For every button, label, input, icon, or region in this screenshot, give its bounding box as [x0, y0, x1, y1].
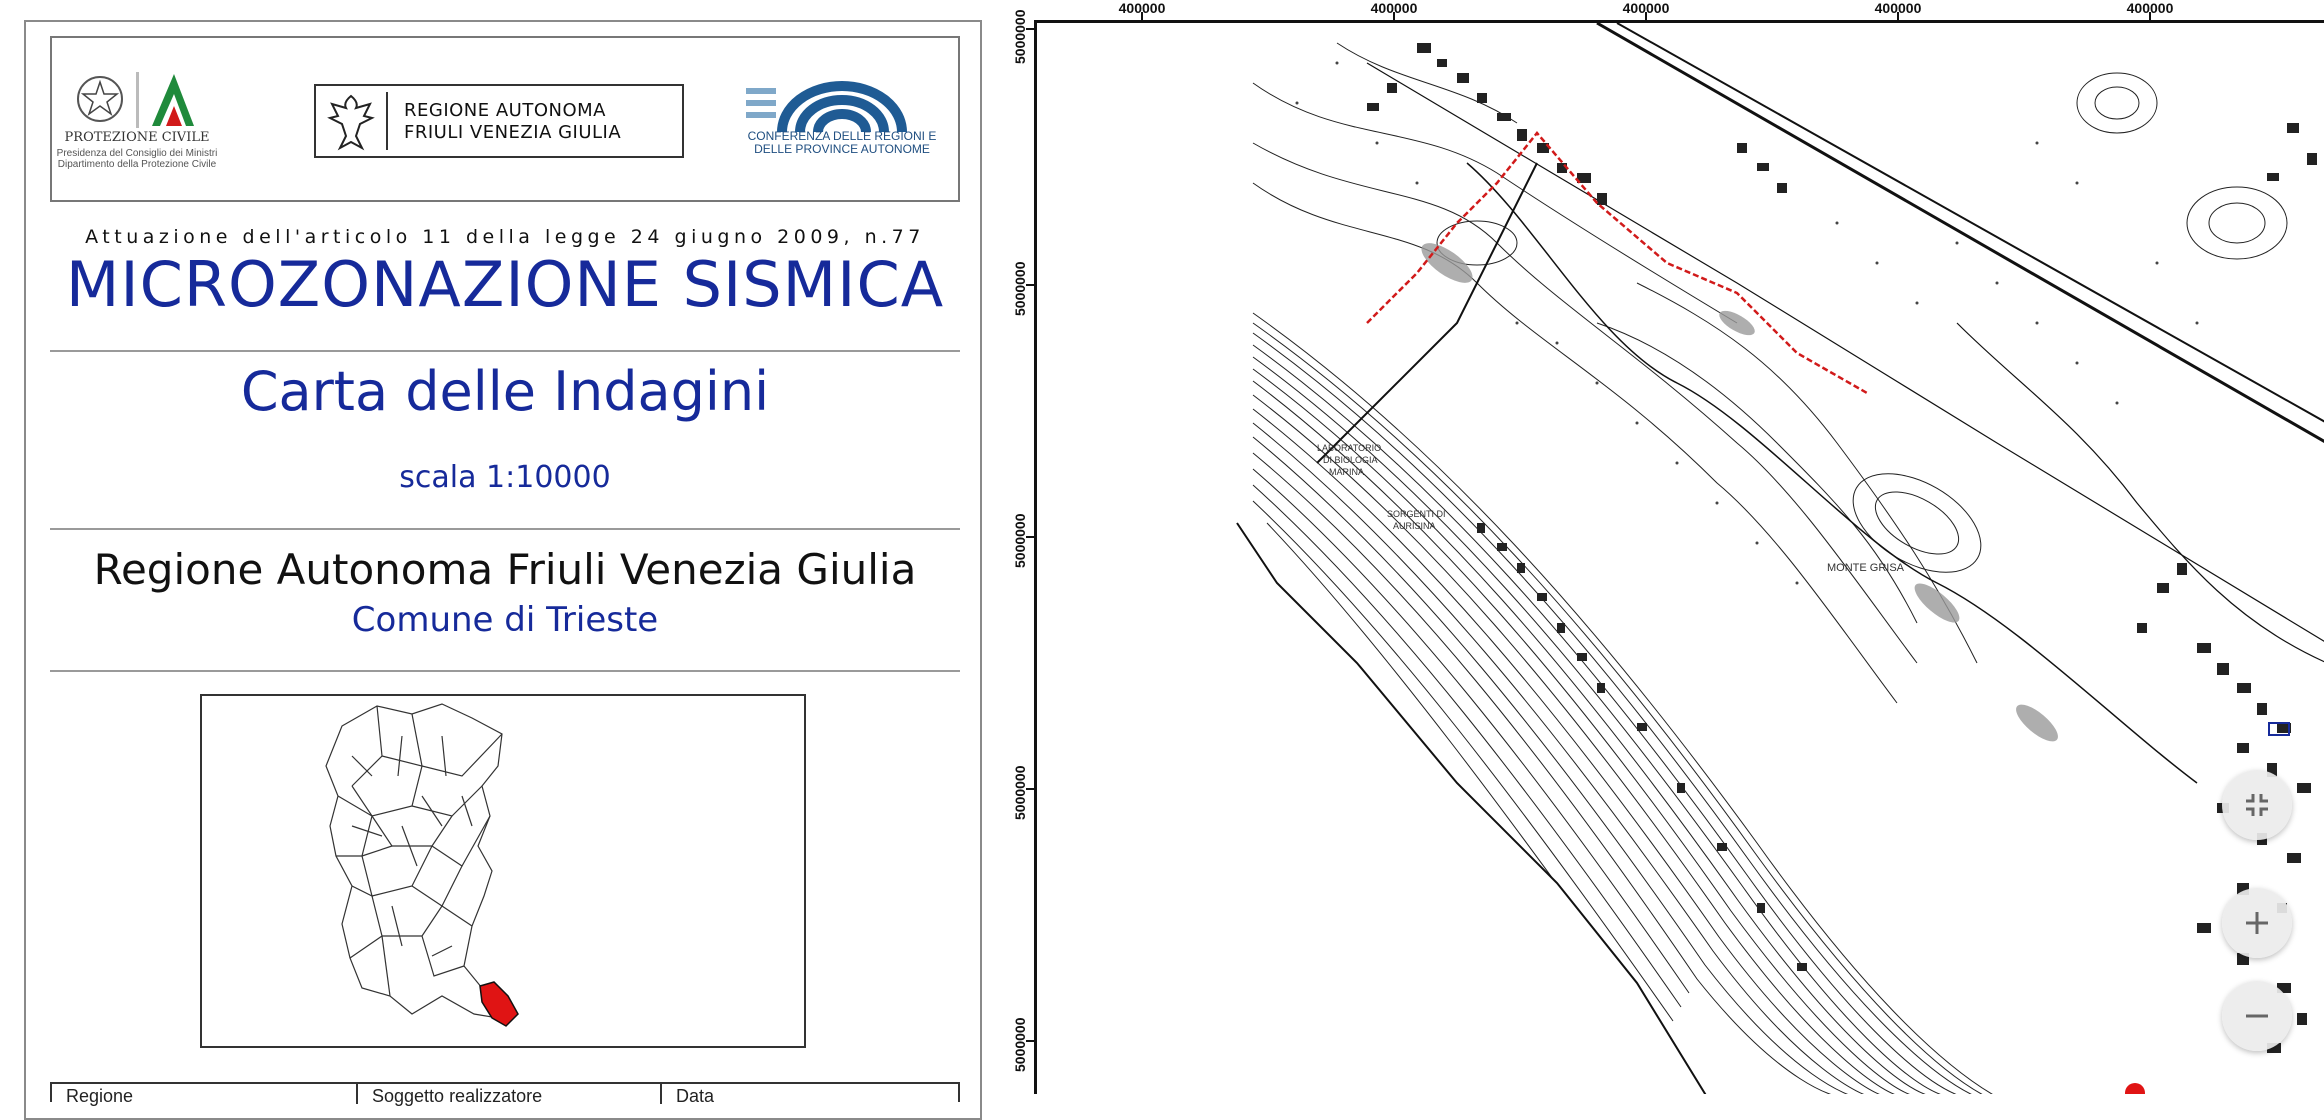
conferenza-line2: DELLE PROVINCE AUTONOME — [754, 142, 930, 156]
map-label-sorgenti2: AURISINA — [1393, 521, 1436, 531]
y-tick-label: 5000000 — [1012, 765, 1028, 820]
conferenza-logo: CONFERENZA DELLE REGIONI E DELLE PROVINC… — [742, 62, 942, 182]
x-tick-mark — [1645, 12, 1647, 20]
info-table: Regione Soggetto realizzatore Data — [50, 1082, 960, 1106]
locator-map — [200, 694, 806, 1048]
x-tick-mark — [2149, 12, 2151, 20]
fvg-line1: REGIONE AUTONOMA — [404, 100, 606, 121]
pc-subtitle: Presidenza del Consiglio dei Ministri Di… — [52, 148, 222, 170]
y-tick-label: 5000000 — [1012, 1017, 1028, 1072]
coastline — [1236, 522, 1707, 1094]
x-tick-mark — [1141, 12, 1143, 20]
info-cell-date: Data — [676, 1086, 715, 1106]
y-tick-label: 5000000 — [1012, 261, 1028, 316]
document-subtitle: Carta delle Indagini — [240, 360, 770, 423]
info-cell-author: Soggetto realizzatore — [372, 1086, 543, 1106]
region-outline-map — [325, 703, 519, 1027]
map-label-lab1: LABORATORIO — [1317, 443, 1381, 453]
fvg-line2: FRIULI VENEZIA GIULIA — [404, 122, 622, 143]
y-tick-mark — [1026, 28, 1034, 30]
map-label-lab3: MARINA — [1329, 467, 1364, 477]
x-tick-mark — [1897, 12, 1899, 20]
zoom-out-button[interactable] — [2222, 981, 2292, 1051]
scale-label: scala 1:10000 — [399, 460, 611, 495]
location-marker — [2125, 1083, 2145, 1094]
zoom-in-button[interactable] — [2222, 888, 2292, 958]
map-label-sorgenti1: SORGENTI DI — [1387, 509, 1446, 519]
exit-fullscreen-button[interactable] — [2222, 770, 2292, 840]
pc-title: PROTEZIONE CIVILE — [64, 130, 210, 145]
conferenza-text: CONFERENZA DELLE REGIONI E DELLE PROVINC… — [742, 130, 942, 156]
y-tick-mark — [1026, 284, 1034, 286]
y-tick-label: 5000000 — [1012, 513, 1028, 568]
minus-icon — [2246, 1014, 2268, 1018]
map-viewer[interactable]: LABORATORIO DI BIOLOGIA MARINA SORGENTI … — [1034, 20, 2324, 1094]
fvg-separator — [386, 92, 388, 150]
plus-icon — [2246, 912, 2268, 934]
y-tick-label: 5000000 — [1012, 9, 1028, 64]
region-name: Regione Autonoma Friuli Venezia Giulia — [93, 545, 917, 594]
y-tick-mark — [1026, 536, 1034, 538]
pc-subtitle-line2: Dipartimento della Protezione Civile — [57, 159, 217, 170]
map-x-axis: 400000 400000 400000 400000 400000 — [1034, 0, 2324, 20]
map-y-axis: 5000000 5000000 5000000 5000000 5000000 — [1000, 0, 1034, 1094]
map-label-lab2: DI BIOLOGIA — [1323, 455, 1378, 465]
y-tick-mark — [1026, 788, 1034, 790]
divider — [50, 350, 960, 352]
pc-subtitle-line1: Presidenza del Consiglio dei Ministri — [56, 148, 218, 159]
map-label-monte: MONTE GRISA — [1827, 562, 1905, 574]
trieste-highlight — [479, 981, 519, 1027]
document-panel: PROTEZIONE CIVILE Presidenza del Consigl… — [0, 0, 1000, 1120]
divider — [50, 670, 960, 672]
arches-icon — [746, 81, 907, 132]
info-cell-region: Regione — [66, 1086, 134, 1106]
collapse-icon — [2246, 794, 2268, 816]
x-tick-mark — [1393, 12, 1395, 20]
comune-name: Comune di Trieste — [351, 600, 659, 640]
eagle-icon — [327, 94, 375, 151]
topographic-map[interactable]: LABORATORIO DI BIOLOGIA MARINA SORGENTI … — [1037, 23, 2324, 1094]
emblem-icon — [77, 72, 194, 128]
logo-header: PROTEZIONE CIVILE Presidenza del Consigl… — [50, 36, 960, 202]
document-title: MICROZONAZIONE SISMICA — [65, 248, 945, 321]
fvg-text: REGIONE AUTONOMA FRIULI VENEZIA GIULIA — [404, 100, 621, 144]
law-reference: Attuazione dell'articolo 11 della legge … — [85, 226, 925, 248]
regione-fvg-logo: REGIONE AUTONOMA FRIULI VENEZIA GIULIA — [314, 84, 684, 158]
divider — [50, 528, 960, 530]
protezione-civile-logo: PROTEZIONE CIVILE Presidenza del Consigl… — [52, 38, 222, 204]
y-tick-mark — [1026, 1040, 1034, 1042]
